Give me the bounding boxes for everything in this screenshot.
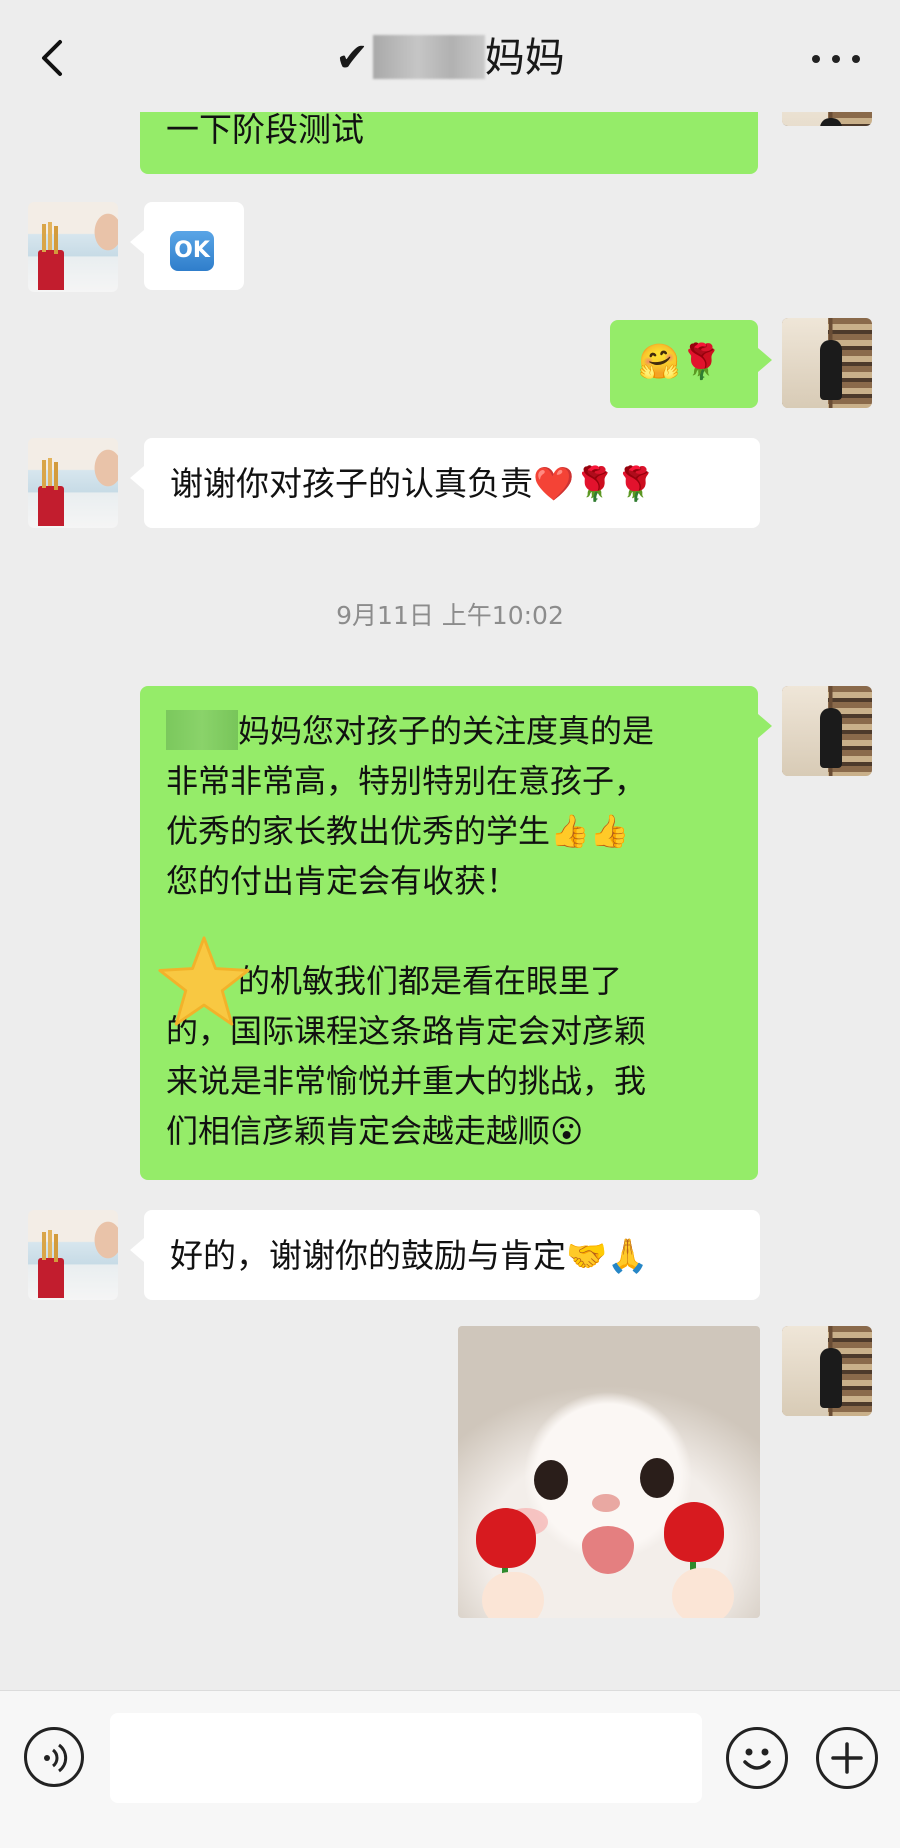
more-dots-icon <box>812 55 820 63</box>
my-avatar[interactable] <box>782 318 872 408</box>
message-line: 您的付出肯定会有收获！ <box>166 862 519 900</box>
input-bar <box>0 1690 900 1848</box>
message-line: 优秀的家长教出优秀的学生👍👍 <box>166 812 630 850</box>
my-avatar[interactable] <box>782 1326 872 1416</box>
message-bubble-incoming[interactable]: 好的，谢谢你的鼓励与肯定🤝🙏 <box>130 1210 760 1300</box>
message-bubble-incoming[interactable]: OK <box>130 202 244 290</box>
message-bubble-outgoing[interactable]: 妈妈您对孩子的关注度真的是 非常非常高，特别特别在意孩子， 优秀的家长教出优秀的… <box>140 686 772 1180</box>
message-bubble-outgoing[interactable]: 🤗🌹 <box>610 320 772 408</box>
plus-icon <box>831 1742 863 1774</box>
redacted-name <box>372 35 485 79</box>
title-check-icon: ✔ <box>335 35 369 81</box>
cat-paw <box>672 1568 734 1618</box>
contact-avatar[interactable] <box>28 1210 118 1300</box>
title-text: 妈妈 <box>484 35 565 81</box>
more-dot <box>852 55 860 63</box>
star-sticker-icon <box>158 936 250 1026</box>
chat-title: ✔ 妈妈 <box>0 30 900 86</box>
cat-with-roses-sticker[interactable] <box>458 1326 760 1618</box>
chat-area: 一下阶段测试 OK 🤗🌹 谢谢你对孩子的认真负责❤️🌹🌹 9月11日 上午10:… <box>0 0 900 1690</box>
message-line: 非常非常高，特别特别在意孩子， <box>166 762 647 800</box>
cat-mouth <box>582 1526 634 1574</box>
chat-header: ✔ 妈妈 <box>0 0 900 112</box>
ok-emoji: OK <box>170 231 214 271</box>
cat-eye <box>640 1458 674 1498</box>
message-bubble-incoming[interactable]: 谢谢你对孩子的认真负责❤️🌹🌹 <box>130 438 760 528</box>
plus-button[interactable] <box>816 1727 878 1789</box>
message-text: 好的，谢谢你的鼓励与肯定🤝🙏 <box>170 1236 649 1275</box>
redacted-name <box>166 710 238 750</box>
message-emoji: 🤗🌹 <box>638 342 723 382</box>
message-line: 们相信彦颖肯定会越走越顺😮 <box>166 1112 584 1150</box>
voice-button[interactable] <box>24 1727 84 1787</box>
message-line: 来说是非常愉悦并重大的挑战，我 <box>166 1062 647 1100</box>
contact-avatar[interactable] <box>28 202 118 292</box>
message-text: 一下阶段测试 <box>166 110 364 149</box>
rose-icon <box>476 1508 536 1568</box>
voice-icon <box>44 1743 68 1773</box>
message-input[interactable] <box>110 1713 702 1803</box>
cat-paw <box>482 1572 544 1618</box>
cat-eye <box>534 1460 568 1500</box>
more-dot <box>832 55 840 63</box>
emoji-button[interactable] <box>726 1727 788 1789</box>
message-line: 妈妈您对孩子的关注度真的是 <box>166 706 732 756</box>
my-avatar[interactable] <box>782 686 872 776</box>
message-timestamp: 9月11日 上午10:02 <box>336 601 564 630</box>
rose-icon <box>664 1502 724 1562</box>
contact-avatar[interactable] <box>28 438 118 528</box>
message-text: 谢谢你对孩子的认真负责❤️🌹🌹 <box>170 464 657 503</box>
emoji-icon <box>743 1748 771 1770</box>
cat-nose <box>592 1494 620 1512</box>
more-button[interactable] <box>812 55 860 65</box>
